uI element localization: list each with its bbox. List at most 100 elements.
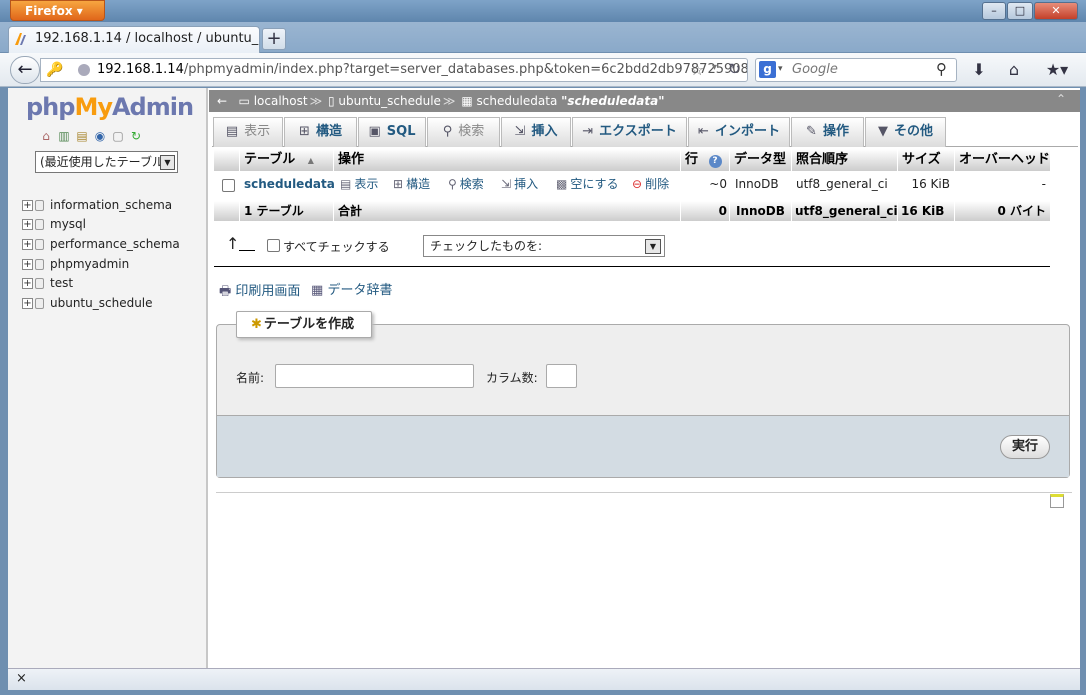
db-item-phpmyadmin[interactable]: + phpmyadmin (22, 254, 129, 274)
header-table[interactable]: テーブル ▲ (240, 149, 333, 171)
chevron-down-icon[interactable]: ▼ (645, 239, 661, 254)
tab-structure[interactable]: ⊞ 構造 (284, 117, 357, 147)
search-input[interactable]: Google (755, 58, 957, 82)
header-actions: 操作 (334, 149, 680, 171)
db-item-test[interactable]: + test (22, 273, 73, 293)
expand-icon[interactable]: + (22, 219, 33, 230)
query-window-icon[interactable]: ▤ (74, 128, 90, 144)
url-bar[interactable]: 192.168.1.14/phpmyadmin/index.php?target… (40, 58, 748, 82)
structure-icon: ⊞ (393, 177, 404, 191)
go-button[interactable]: 実行 (1000, 435, 1050, 459)
header-collation: 照合順序 (792, 149, 897, 171)
import-icon: ⇤ (698, 124, 709, 139)
check-all-checkbox[interactable] (267, 239, 280, 252)
reload-navigation-icon[interactable]: ↻ (128, 128, 144, 144)
db-item-mysql[interactable]: + mysql (22, 214, 86, 234)
table-name-link[interactable]: scheduledata (244, 173, 335, 195)
action-browse[interactable]: ▤ 表示 (340, 173, 378, 195)
db-item-ubuntu-schedule[interactable]: + ubuntu_schedule (22, 293, 153, 313)
search-icon[interactable]: ⚲ (936, 60, 947, 78)
reload-icon[interactable]: ↻ (728, 60, 741, 78)
browse-icon: ▤ (225, 124, 239, 139)
table-name-label: 名前: (236, 371, 265, 385)
wrench-icon: ✎ (806, 124, 817, 139)
expand-icon[interactable]: + (22, 259, 33, 270)
db-item-information-schema[interactable]: + information_schema (22, 195, 172, 215)
url-host: 192.168.1.14 (97, 62, 184, 77)
breadcrumb-server[interactable]: localhost (254, 94, 308, 108)
action-drop[interactable]: ⊖ 削除 (632, 173, 669, 195)
footer-count: 1 テーブル (240, 201, 333, 221)
chevron-down-icon[interactable]: ▼ (160, 155, 175, 170)
breadcrumb-database[interactable]: ubuntu_schedule (338, 94, 441, 108)
tab-browse[interactable]: ▤ 表示 (213, 117, 283, 147)
arrow-ltr-icon: ↑ (226, 236, 256, 252)
header-rows[interactable]: 行 ? (681, 149, 729, 171)
table-name-input[interactable] (275, 364, 474, 388)
columns-count-input[interactable] (546, 364, 577, 388)
tab-operations[interactable]: ✎ 操作 (791, 117, 864, 147)
tab-more[interactable]: ▼ その他 (865, 117, 946, 147)
footer-collation: utf8_general_ci (792, 201, 898, 221)
search-engine-dropdown-icon[interactable]: ▾ (778, 64, 783, 74)
collapse-topmenu-icon[interactable]: ⌃ (1056, 92, 1066, 106)
url-history-dropdown-icon[interactable]: ▾ (712, 62, 717, 73)
phpmyadmin-logo[interactable]: phpMyAdmin (26, 93, 194, 121)
tab-import[interactable]: ⇤ インポート (688, 117, 790, 147)
close-addon-bar-icon[interactable]: × (16, 671, 27, 686)
tab-title: 192.168.1.14 / localhost / ubuntu_... (35, 31, 260, 46)
with-selected-select[interactable]: チェックしたものを: (423, 235, 665, 257)
google-engine-icon[interactable]: g (759, 61, 776, 78)
row-checkbox[interactable] (222, 179, 235, 192)
server-icon: ▭ (238, 94, 250, 108)
console-note-icon[interactable] (1050, 494, 1064, 508)
docs-icon[interactable]: ▢ (110, 128, 126, 144)
row-overhead: - (1041, 177, 1046, 191)
printer-icon: 🖶 (219, 284, 232, 299)
divider (216, 492, 1072, 493)
action-structure[interactable]: ⊞ 構造 (393, 173, 430, 195)
collapse-arrow-icon[interactable]: ← (217, 94, 227, 108)
export-icon: ⇥ (582, 124, 594, 139)
database-icon (35, 298, 44, 309)
row-size[interactable]: 16 KiB (898, 173, 950, 195)
tab-export[interactable]: ⇥ エクスポート (572, 117, 687, 147)
search-icon: ⚲ (448, 177, 457, 191)
tab-insert[interactable]: ⇲ 挿入 (501, 117, 571, 147)
expand-icon[interactable]: + (22, 200, 33, 211)
firefox-menu-button[interactable]: Firefox ▾ (10, 0, 105, 21)
database-icon: ▯ (327, 94, 335, 108)
minimize-button[interactable]: – (982, 2, 1006, 20)
logout-icon[interactable]: ▥ (56, 128, 72, 144)
home-icon[interactable]: ⌂ (38, 128, 54, 144)
data-dictionary-link[interactable]: ▦ データ辞書 (311, 279, 392, 298)
expand-icon[interactable]: + (22, 239, 33, 250)
action-search[interactable]: ⚲ 検索 (448, 173, 484, 195)
expand-icon[interactable]: + (22, 278, 33, 289)
maximize-button[interactable]: □ (1007, 2, 1033, 20)
recent-tables-select[interactable]: (最近使用したテーブル (35, 151, 178, 173)
downloads-icon[interactable]: ⬇ (966, 59, 992, 81)
footer-size: 16 KiB (898, 201, 954, 221)
print-view-link[interactable]: 🖶 印刷用画面 (219, 280, 300, 304)
tab-search[interactable]: ⚲ 検索 (427, 117, 500, 147)
home-icon[interactable]: ⌂ (1001, 59, 1027, 81)
bookmarks-menu-icon[interactable]: ★▾ (1040, 59, 1074, 81)
back-button[interactable]: ← (10, 56, 40, 84)
expand-icon[interactable]: + (22, 298, 33, 309)
database-icon (35, 239, 44, 250)
breadcrumb-table[interactable]: scheduledata (476, 94, 557, 108)
bookmark-star-icon[interactable]: ☆ (690, 60, 704, 79)
close-window-button[interactable]: ✕ (1034, 2, 1078, 20)
new-tab-button[interactable]: + (262, 28, 286, 50)
help-icon[interactable]: ◉ (92, 128, 108, 144)
empty-icon: ▩ (556, 177, 568, 191)
action-insert[interactable]: ⇲ 挿入 (501, 173, 538, 195)
browser-tab[interactable]: 192.168.1.14 / localhost / ubuntu_... (8, 26, 260, 53)
action-empty[interactable]: ▩ 空にする (556, 173, 618, 195)
identity-key-icon[interactable]: 🔑 (46, 61, 64, 79)
check-all-label[interactable]: すべてチェックする (283, 238, 390, 255)
db-item-performance-schema[interactable]: + performance_schema (22, 234, 180, 254)
tab-sql[interactable]: ▣ SQL (358, 117, 426, 147)
database-icon (35, 219, 44, 230)
